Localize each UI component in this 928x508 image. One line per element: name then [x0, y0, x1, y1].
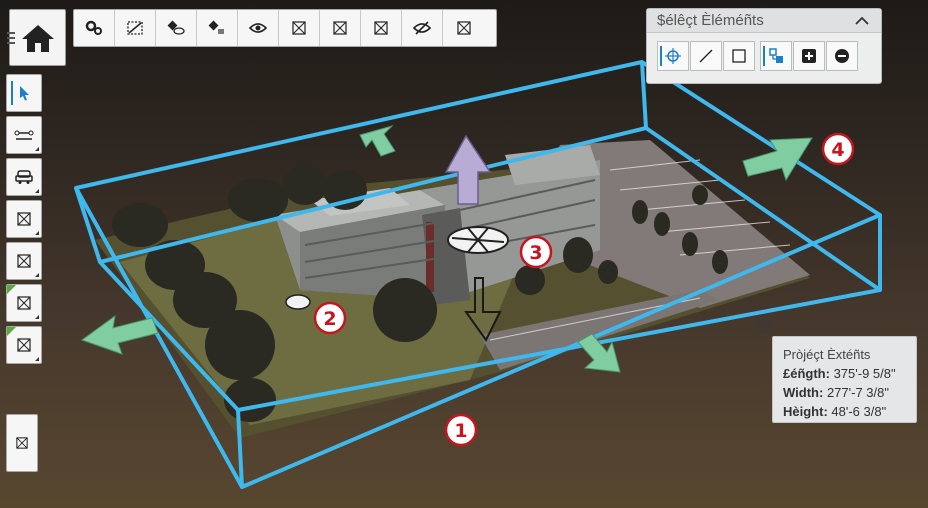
callout-4: 4 — [821, 132, 855, 166]
section-plane-icon — [127, 21, 143, 35]
callout-2: 2 — [313, 301, 347, 335]
svg-text:4: 4 — [831, 139, 844, 161]
extent-height-value: 48'-6 3/8" — [831, 404, 887, 419]
extent-height-row: Hèight: 48'-6 3/8" — [783, 402, 906, 421]
callout-3: 3 — [519, 235, 553, 269]
svg-text:1: 1 — [454, 420, 467, 442]
toggle-hidden-button[interactable] — [402, 10, 443, 46]
show-eye-icon — [249, 23, 267, 33]
placeholder-icon — [456, 21, 471, 35]
placeholder-icon — [17, 338, 31, 352]
placeholder-icon — [333, 21, 347, 35]
point-select-button[interactable] — [657, 41, 689, 71]
home-button[interactable] — [7, 9, 66, 66]
select-linked-button[interactable] — [760, 41, 792, 71]
chevron-up-icon[interactable] — [855, 16, 869, 25]
project-extents-panel: Pròjéçt Èxtéñts £éñgth: 375'-9 5/8" Widt… — [772, 336, 917, 423]
add-plus-icon — [802, 49, 816, 63]
resize-arrow-back — [359, 125, 396, 157]
extent-height-label: Hèight: — [783, 404, 828, 419]
settings-button[interactable] — [74, 10, 115, 46]
bounding-handle — [757, 319, 771, 333]
placeholder-icon — [17, 296, 31, 310]
select-elements-header[interactable]: $élêçt Èléméñts — [647, 9, 881, 33]
status-flag-icon — [7, 285, 16, 294]
placeholder-icon — [16, 437, 28, 449]
section-plane-button[interactable] — [115, 10, 156, 46]
placeholder-icon — [17, 254, 31, 268]
placeholder-icon — [292, 21, 306, 35]
hide-eraser-icon — [167, 20, 185, 35]
vehicle-icon — [15, 170, 33, 184]
remove-minus-icon — [835, 49, 849, 63]
top-toolbar — [73, 9, 497, 47]
left-placeholder-button-3[interactable] — [6, 284, 42, 322]
svg-text:3: 3 — [529, 242, 542, 264]
isolate-elements-button[interactable] — [197, 10, 238, 46]
show-all-button[interactable] — [238, 10, 279, 46]
resize-arrow-right — [742, 137, 813, 182]
toolbar-placeholder-button-3[interactable] — [361, 10, 402, 46]
box-select-button[interactable] — [723, 41, 755, 71]
menu-icon[interactable] — [7, 32, 15, 47]
small-target-gizmo — [285, 294, 311, 310]
extent-length-value: 375'-9 5/8" — [833, 366, 896, 381]
left-placeholder-button-1[interactable] — [6, 200, 42, 238]
vehicle-tool-button[interactable] — [6, 158, 42, 196]
toolbar-placeholder-button-1[interactable] — [279, 10, 320, 46]
extent-width-label: Width: — [783, 385, 824, 400]
toolbar-placeholder-button-2[interactable] — [320, 10, 361, 46]
remove-from-selection-button[interactable] — [826, 41, 858, 71]
left-placeholder-button-4[interactable] — [6, 326, 42, 364]
status-flag-icon — [7, 327, 16, 336]
isolate-eraser-icon — [208, 20, 224, 34]
select-tool-button[interactable] — [6, 74, 42, 112]
left-placeholder-button-2[interactable] — [6, 242, 42, 280]
extent-width-row: Width: 277'-7 3/8" — [783, 383, 906, 402]
home-icon — [21, 24, 54, 52]
svg-text:2: 2 — [323, 308, 336, 330]
extent-length-label: £éñgth: — [783, 366, 830, 381]
select-elements-panel: $élêçt Èléméñts — [646, 8, 882, 84]
bottom-placeholder-button[interactable] — [6, 414, 38, 472]
add-to-selection-button[interactable] — [793, 41, 825, 71]
select-arrow-icon — [20, 86, 29, 101]
box-select-icon — [732, 49, 746, 63]
extent-width-value: 277'-7 3/8" — [826, 385, 889, 400]
hidden-eye-icon — [413, 21, 431, 35]
toolbar-placeholder-button-4[interactable] — [443, 10, 484, 46]
measure-tool-button[interactable] — [6, 116, 42, 154]
line-select-icon — [699, 49, 713, 63]
point-select-icon — [665, 48, 681, 64]
settings-icon — [85, 20, 102, 35]
select-linked-icon — [769, 48, 783, 63]
left-toolbar — [6, 74, 44, 368]
measure-icon — [14, 130, 34, 140]
project-extents-title: Pròjéçt Èxtéñts — [783, 347, 871, 362]
placeholder-icon — [17, 212, 31, 226]
extent-length-row: £éñgth: 375'-9 5/8" — [783, 364, 906, 383]
resize-arrow-left — [80, 314, 159, 355]
hide-elements-button[interactable] — [156, 10, 197, 46]
placeholder-icon — [374, 21, 388, 35]
select-elements-title: $élêçt Èléméñts — [657, 12, 764, 29]
line-select-button[interactable] — [690, 41, 722, 71]
callout-1: 1 — [444, 413, 478, 447]
